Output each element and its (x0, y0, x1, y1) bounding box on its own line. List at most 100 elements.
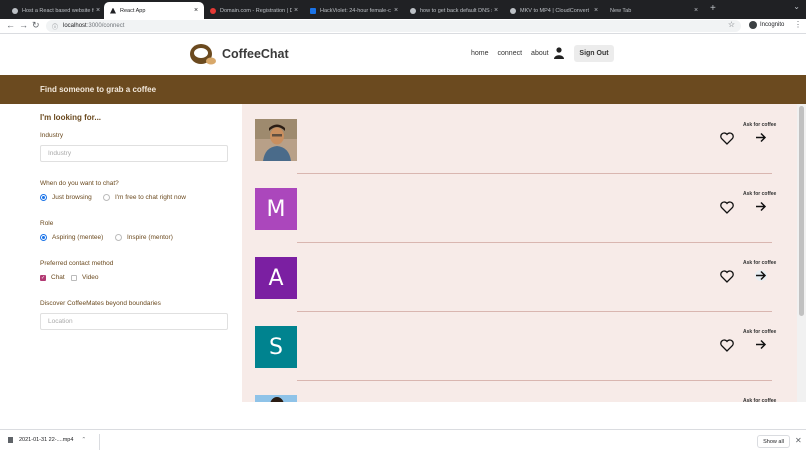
tab-title: Host a React based website fr (22, 7, 94, 14)
new-tab-plus-icon[interactable]: + (710, 3, 716, 14)
close-icon[interactable]: ✕ (795, 436, 802, 445)
download-item[interactable]: 2021-01-31 22-....mp4 ⌃ (8, 437, 86, 443)
incognito-icon (749, 21, 757, 29)
close-tab-icon[interactable]: × (292, 7, 300, 14)
filter-panel: I'm looking for... Industry Industry Whe… (0, 104, 242, 402)
option-label: I'm free to chat right now (115, 194, 186, 201)
option-label: Inspire (mentor) (127, 234, 173, 241)
close-tab-icon[interactable]: × (392, 7, 400, 14)
avatar[interactable]: A (255, 257, 297, 299)
heart-icon[interactable] (720, 339, 734, 352)
radio-button-selected[interactable] (40, 194, 47, 201)
tab-new-tab[interactable]: New Tab × (604, 2, 704, 19)
page-banner: Find someone to grab a coffee (0, 75, 806, 104)
chevron-up-icon[interactable]: ⌃ (81, 437, 86, 443)
ask-for-coffee-label: Ask for coffee (743, 122, 777, 128)
contact-label: Preferred contact method (40, 260, 114, 267)
show-all-button[interactable]: Show all (757, 435, 790, 448)
radio-button[interactable] (115, 234, 122, 241)
window-menu-icon[interactable]: ⌄ (793, 2, 800, 11)
tab-title: React App (120, 7, 146, 14)
globe-icon (12, 7, 18, 14)
close-tab-icon[interactable]: × (692, 7, 700, 14)
close-tab-icon[interactable]: × (94, 7, 102, 14)
radio-mentor[interactable]: Inspire (mentor) (115, 234, 173, 241)
back-arrow-icon[interactable]: ← (6, 20, 15, 30)
nav-about[interactable]: about (531, 50, 549, 57)
sign-out-button[interactable]: Sign Out (574, 45, 614, 62)
industry-input[interactable]: Industry (40, 145, 228, 162)
tab-hackviolet[interactable]: HackViolet: 24-hour female-c × (304, 2, 404, 19)
reload-icon[interactable]: ↻ (32, 20, 40, 31)
browser-tab-strip: Host a React based website fr × React Ap… (0, 0, 806, 19)
arrow-right-icon[interactable] (755, 132, 767, 143)
forward-arrow-icon[interactable]: → (19, 20, 28, 30)
heart-icon[interactable] (720, 201, 734, 214)
avatar[interactable]: M (255, 188, 297, 230)
arrow-right-icon[interactable] (755, 270, 767, 281)
divider (99, 434, 100, 450)
user-profile-icon[interactable] (554, 47, 564, 59)
tab-dns[interactable]: how to get back default DNS s × (404, 2, 504, 19)
nav-connect[interactable]: connect (498, 50, 523, 57)
arrow-right-icon[interactable] (755, 201, 767, 212)
close-tab-icon[interactable]: × (592, 7, 600, 14)
address-bar[interactable]: ⓘ localhost:3000/connect ☆ (46, 20, 741, 32)
react-app-icon (110, 7, 116, 14)
when-label: When do you want to chat? (40, 180, 119, 187)
option-label: Video (82, 274, 99, 281)
brand-name: CoffeeChat (222, 47, 289, 61)
banner-title: Find someone to grab a coffee (40, 85, 157, 94)
heart-icon[interactable] (720, 270, 734, 283)
filter-title: I'm looking for... (40, 113, 102, 122)
checkbox-video[interactable]: Video (71, 274, 99, 281)
ask-for-coffee-label: Ask for coffee (743, 260, 777, 266)
download-filename: 2021-01-31 22-....mp4 (19, 437, 74, 443)
radio-button-selected[interactable] (40, 234, 47, 241)
list-item: A Ask for coffee (242, 242, 797, 311)
location-input[interactable]: Location (40, 313, 228, 330)
main-nav: home connect about (471, 50, 549, 57)
person-photo-avatar[interactable] (255, 395, 297, 402)
ask-for-coffee-label: Ask for coffee (743, 329, 777, 335)
heart-icon[interactable] (720, 132, 734, 145)
option-label: Aspiring (mentee) (52, 234, 104, 241)
radio-just-browsing[interactable]: Just browsing (40, 194, 92, 201)
checkbox-checked[interactable]: ✓ (40, 274, 46, 281)
checkbox[interactable] (71, 274, 77, 281)
coffee-cup-logo-icon (190, 44, 216, 65)
avatar[interactable]: S (255, 326, 297, 368)
tab-domain[interactable]: Domain.com - Registration | D × (204, 2, 304, 19)
option-label: Just browsing (52, 194, 92, 201)
info-icon[interactable]: ⓘ (52, 22, 58, 31)
results-scrollbar[interactable] (797, 104, 806, 402)
tab-host-react[interactable]: Host a React based website fr × (6, 2, 106, 19)
cloud-icon (510, 7, 516, 14)
devpost-icon (310, 7, 316, 14)
tab-react-app[interactable]: React App × (104, 2, 204, 19)
person-photo-avatar[interactable] (255, 119, 297, 161)
url-path: :3000/connect (86, 23, 125, 29)
radio-button[interactable] (103, 194, 110, 201)
brand-logo[interactable]: CoffeeChat (189, 42, 289, 66)
incognito-label: Incognito (760, 22, 785, 28)
scrollbar-thumb[interactable] (799, 106, 804, 316)
bookmark-star-icon[interactable]: ☆ (728, 20, 735, 29)
google-icon (410, 7, 416, 14)
tab-cloudconvert[interactable]: MKV to MP4 | CloudConvert × (504, 2, 604, 19)
list-item: Ask for coffee (242, 104, 797, 173)
close-tab-icon[interactable]: × (492, 7, 500, 14)
radio-free-now[interactable]: I'm free to chat right now (103, 194, 186, 201)
radio-mentee[interactable]: Aspiring (mentee) (40, 234, 103, 241)
browser-menu-icon[interactable]: ⋮ (794, 20, 802, 29)
ask-for-coffee-label: Ask for coffee (743, 398, 777, 402)
nav-home[interactable]: home (471, 50, 489, 57)
results-list: Ask for coffee M Ask for coffee A Ask fo… (242, 104, 797, 402)
checkbox-chat[interactable]: ✓ Chat (40, 274, 65, 281)
ask-for-coffee-label: Ask for coffee (743, 191, 777, 197)
incognito-indicator[interactable]: Incognito (749, 21, 784, 29)
arrow-right-icon[interactable] (755, 339, 767, 350)
discover-label: Discover CoffeeMates beyond boundaries (40, 300, 161, 307)
close-tab-icon[interactable]: × (192, 7, 200, 14)
tab-title: Domain.com - Registration | D (220, 7, 292, 14)
